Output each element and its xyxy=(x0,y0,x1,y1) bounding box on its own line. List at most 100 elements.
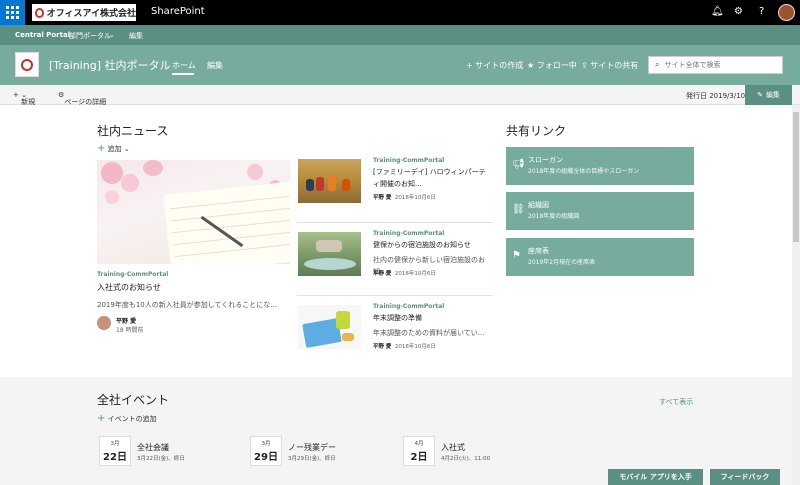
news-thumbnail xyxy=(298,305,361,349)
site-header: [Training] 社内ポータル ホーム 編集 + サイトの作成 ★ フォロー… xyxy=(0,45,800,85)
seat-icon: ⚑ xyxy=(512,250,521,261)
news-meta: 平野 愛 2018年10月6日 xyxy=(373,193,436,201)
quick-link-desc: 2019年2月現在の座席表 xyxy=(528,259,596,266)
page-details-button[interactable]: ⚙ ページの詳細 xyxy=(58,91,106,106)
plus-icon: + xyxy=(97,413,106,424)
plus-icon: + xyxy=(97,143,106,154)
pencil-icon: ✎ xyxy=(757,91,763,99)
news-item[interactable]: Training-CommPortal 年末調整の準備 年末調整のための資料が届… xyxy=(297,303,493,373)
edit-page-button[interactable]: ✎ 編集 xyxy=(745,85,792,105)
plus-icon: + xyxy=(466,61,476,70)
news-thumbnail xyxy=(298,232,361,276)
company-name: オフィスアイ株式会社 xyxy=(46,9,136,19)
news-item[interactable]: Training-CommPortal 健保からの宿泊施設のお知らせ 社内の健保… xyxy=(297,230,493,300)
quick-link-title: 組織図 xyxy=(528,201,549,209)
calendar-date: 3月 22日 xyxy=(99,436,131,466)
news-title[interactable]: 年末調整の準備 xyxy=(373,312,488,324)
event-day: 29日 xyxy=(254,452,278,463)
event-title: ノー残業デー xyxy=(288,443,336,452)
see-all-link[interactable]: すべて表示 xyxy=(659,397,693,407)
help-icon[interactable]: ? xyxy=(759,6,764,17)
hero-author: 平野 愛 xyxy=(116,318,137,325)
news-item[interactable]: Training-CommPortal [ファミリーデイ] ハロウィンパーティ開… xyxy=(297,157,493,227)
org-chart-icon: ⛓ xyxy=(512,204,525,215)
follow-button[interactable]: ★ フォロー中 xyxy=(527,60,577,71)
news-meta: 平野 愛 2018年10月6日 xyxy=(373,342,436,350)
event-day: 22日 xyxy=(103,452,127,463)
hero-news-image[interactable] xyxy=(97,160,290,264)
active-nav-indicator xyxy=(172,73,194,75)
app-name[interactable]: SharePoint xyxy=(151,6,205,17)
event-day: 2日 xyxy=(410,452,428,463)
news-meta: 平野 愛 2018年10月6日 xyxy=(373,269,436,277)
search-box[interactable]: ⌕ xyxy=(648,56,783,74)
waffle-icon[interactable] xyxy=(0,0,25,25)
author-avatar xyxy=(97,316,111,330)
news-date: 2018年10月6日 xyxy=(394,195,436,201)
hero-news-description: 2019年度も10人の新入社員が参加してくれることにな... xyxy=(97,301,277,309)
avatar[interactable] xyxy=(778,4,795,21)
gear-icon[interactable]: ⚙ xyxy=(734,6,743,17)
quick-links-heading: 共有リンク xyxy=(506,124,567,138)
add-news-label: 追加 xyxy=(107,145,122,153)
quick-link-desc: 2018年度の組織図 xyxy=(528,213,580,220)
event-time: 3月22日(金)、終日 xyxy=(137,456,185,462)
mobile-app-button[interactable]: モバイル アプリを入手 xyxy=(608,469,703,485)
site-logo[interactable] xyxy=(15,52,39,77)
company-logo[interactable]: オフィスアイ株式会社 xyxy=(32,4,136,21)
feedback-button[interactable]: フィードバック xyxy=(710,469,780,485)
nav-edit[interactable]: 編集 xyxy=(207,60,223,71)
create-site-button[interactable]: + サイトの作成 xyxy=(466,60,523,71)
news-date: 2018年10月6日 xyxy=(394,271,436,277)
news-thumbnail xyxy=(298,159,361,203)
divider xyxy=(297,295,493,296)
event-item[interactable]: 4月 2日 入社式 4月2日(火)、11:00 xyxy=(403,436,543,466)
scrollbar-thumb[interactable] xyxy=(793,112,799,242)
news-site-tag: Training-CommPortal xyxy=(373,230,445,237)
news-title[interactable]: [ファミリーデイ] ハロウィンパーティ開催のお知... xyxy=(373,166,488,190)
quick-link-seating[interactable]: ⚑ 座席表 2019年2月現在の座席表 xyxy=(506,238,694,276)
nav-home[interactable]: ホーム xyxy=(172,60,196,71)
search-input[interactable] xyxy=(664,61,775,69)
hero-site-tag: Training-CommPortal xyxy=(97,271,169,278)
event-title: 入社式 xyxy=(441,443,465,452)
logo-mark-icon xyxy=(35,7,44,18)
quick-link-org-chart[interactable]: ⛓ 組織図 2018年度の組織図 xyxy=(506,192,694,230)
hub-nav: Central Portal 部門ポータル ⌄ 編集 xyxy=(0,25,800,45)
create-site-label: サイトの作成 xyxy=(475,61,524,70)
news-site-tag: Training-CommPortal xyxy=(373,303,445,310)
event-item[interactable]: 3月 22日 全社会議 3月22日(金)、終日 xyxy=(99,436,239,466)
add-event-button[interactable]: + イベントの追加 xyxy=(97,413,157,424)
share-icon: ⇪ xyxy=(581,61,591,70)
bell-icon[interactable]: 🔔︎ xyxy=(711,6,724,17)
search-icon: ⌕ xyxy=(655,60,660,69)
news-author: 平野 愛 xyxy=(373,195,392,201)
edit-page-label: 編集 xyxy=(765,91,780,99)
event-item[interactable]: 3月 29日 ノー残業デー 3月29日(金)、終日 xyxy=(250,436,390,466)
hero-news-title[interactable]: 入社式のお知らせ xyxy=(97,282,161,293)
add-news-button[interactable]: + 追加 ⌄ xyxy=(97,143,130,154)
event-time: 3月29日(金)、終日 xyxy=(288,456,336,462)
quick-link-title: スローガン xyxy=(528,156,563,164)
event-month: 4月 xyxy=(414,441,424,447)
news-author: 平野 愛 xyxy=(373,271,392,277)
hub-home-link[interactable]: Central Portal xyxy=(15,31,70,39)
event-time: 4月2日(火)、11:00 xyxy=(441,456,491,462)
news-author: 平野 愛 xyxy=(373,344,392,350)
site-title[interactable]: [Training] 社内ポータル xyxy=(49,57,170,73)
hub-dept-portal-menu[interactable]: 部門ポータル xyxy=(69,31,111,41)
news-site-tag: Training-CommPortal xyxy=(373,157,445,164)
command-bar: + 新規 ⌄ ⚙ ページの詳細 発行日 2019/3/10 xyxy=(0,85,800,106)
calendar-date: 3月 29日 xyxy=(250,436,282,466)
star-icon: ★ xyxy=(527,61,537,70)
news-title[interactable]: 健保からの宿泊施設のお知らせ xyxy=(373,239,488,251)
follow-label: フォロー中 xyxy=(536,61,577,70)
chevron-down-icon[interactable]: ⌄ xyxy=(109,31,115,39)
share-site-button[interactable]: ⇪ サイトの共有 xyxy=(581,60,638,71)
hub-edit-link[interactable]: 編集 xyxy=(129,31,143,41)
quick-link-slogan[interactable]: 📢︎ スローガン 2018年度の組織全体の目標やスローガン xyxy=(506,147,694,185)
published-date: 発行日 2019/3/10 xyxy=(686,92,746,100)
event-month: 3月 xyxy=(261,441,271,447)
new-button[interactable]: + 新規 ⌄ xyxy=(13,91,35,106)
news-date: 2018年10月6日 xyxy=(394,344,436,350)
